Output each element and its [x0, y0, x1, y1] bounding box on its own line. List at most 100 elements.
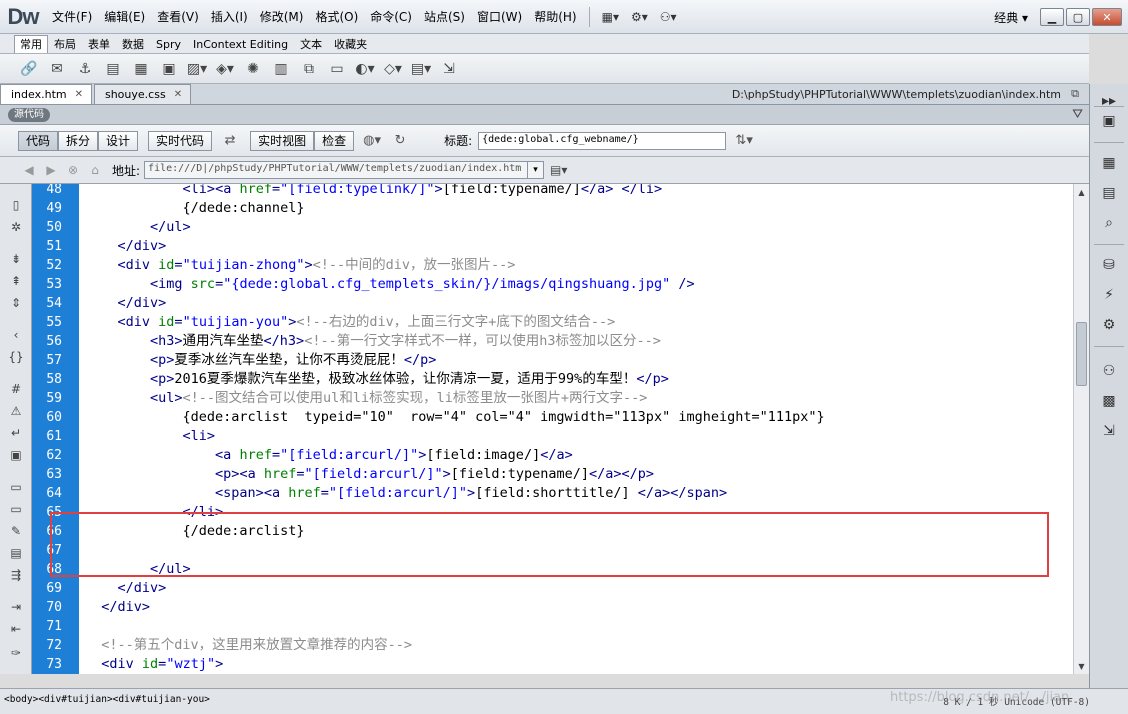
back-icon[interactable]: ◀ — [20, 161, 38, 179]
doc-tab-shouye[interactable]: shouye.css ✕ — [93, 84, 192, 104]
word-wrap-icon[interactable]: ↵ — [7, 424, 25, 442]
css-styles-icon[interactable]: ▦ — [1098, 152, 1120, 174]
image-icon[interactable]: ▨▾ — [186, 58, 208, 80]
menu-modify[interactable]: 修改(M) — [254, 0, 310, 34]
apply-comment-icon[interactable]: ▭ — [7, 478, 25, 496]
menu-edit[interactable]: 编辑(E) — [98, 0, 151, 34]
insert-tab-common[interactable]: 常用 — [14, 35, 48, 53]
expand-all-icon[interactable]: ⇕ — [7, 294, 25, 312]
code-line[interactable]: 73 <div id="wztj"> — [32, 655, 1073, 674]
design-view-button[interactable]: 设计 — [98, 130, 139, 151]
chevron-down-icon[interactable]: ▾ — [528, 161, 545, 179]
code-line[interactable]: 53 <img src="{dede:global.cfg_templets_s… — [32, 275, 1073, 294]
menu-file[interactable]: 文件(F) — [46, 0, 98, 34]
code-line[interactable]: 68 </ul> — [32, 560, 1073, 579]
menu-commands[interactable]: 命令(C) — [364, 0, 418, 34]
date-icon[interactable]: ▥ — [270, 58, 292, 80]
assets-icon[interactable]: ▩ — [1098, 390, 1120, 412]
line-numbers-icon[interactable]: # — [7, 380, 25, 398]
tag-chooser-icon[interactable]: ⇲ — [438, 58, 460, 80]
code-line[interactable]: 50 </ul> — [32, 218, 1073, 237]
code-line[interactable]: 56 <h3>通用汽车坐垫</h3><!--第一行文字样式不一样，可以使用h3标… — [32, 332, 1073, 351]
bindings-icon[interactable]: ⚡ — [1098, 284, 1120, 306]
insert-tab-forms[interactable]: 表单 — [82, 35, 116, 53]
syntax-error-icon[interactable]: ▣ — [7, 446, 25, 464]
comment-icon[interactable]: ▭ — [326, 58, 348, 80]
address-input[interactable]: file:///D|/phpStudy/PHPTutorial/WWW/temp… — [144, 161, 529, 179]
outdent-code-icon[interactable]: ⇤ — [7, 620, 25, 638]
code-line[interactable]: 66 {/dede:arclist} — [32, 522, 1073, 541]
code-line[interactable]: 60 {dede:arclist typeid="10" row="4" col… — [32, 408, 1073, 427]
menu-insert[interactable]: 插入(I) — [205, 0, 254, 34]
code-line[interactable]: 48 <li><a href="[field:typelink/]">[fiel… — [32, 184, 1073, 199]
file-management-icon[interactable]: ⇅▾ — [734, 131, 754, 151]
minimize-icon[interactable]: ▁ — [1040, 8, 1064, 26]
insert-tab-layout[interactable]: 布局 — [48, 35, 82, 53]
scroll-down-icon[interactable]: ▼ — [1074, 658, 1089, 674]
code-line[interactable]: 71 — [32, 617, 1073, 636]
remove-comment-icon[interactable]: ▭ — [7, 500, 25, 518]
title-input[interactable]: {dede:global.cfg_webname/} — [478, 131, 727, 150]
layout-icon[interactable]: ▦▾ — [596, 10, 625, 24]
server-behaviors-icon[interactable]: ⚙ — [1098, 314, 1120, 336]
snippets-icon[interactable]: ⇲ — [1098, 420, 1120, 442]
panel-options-icon[interactable]: ▸▸ — [1098, 90, 1120, 112]
move-css-icon[interactable]: ⇶ — [7, 566, 25, 584]
email-link-icon[interactable]: ✉ — [46, 58, 68, 80]
menu-window[interactable]: 窗口(W) — [471, 0, 528, 34]
source-code-button[interactable]: 源代码 — [8, 108, 50, 122]
maximize-icon[interactable]: ▢ — [1066, 8, 1090, 26]
scroll-up-icon[interactable]: ▲ — [1074, 184, 1089, 200]
collapse-full-tag-icon[interactable]: ⇟ — [7, 250, 25, 268]
code-line[interactable]: 62 <a href="[field:arcurl/]">[field:imag… — [32, 446, 1073, 465]
view-options-icon[interactable]: ▤▾ — [550, 163, 567, 177]
code-line[interactable]: 51 </div> — [32, 237, 1073, 256]
live-code-button[interactable]: 实时代码 — [148, 130, 213, 151]
inspect-button[interactable]: 检查 — [314, 130, 355, 151]
indent-code-icon[interactable]: ⇥ — [7, 598, 25, 616]
media-icon[interactable]: ◈▾ — [214, 58, 236, 80]
code-line[interactable]: 67 — [32, 541, 1073, 560]
insert-tab-favorites[interactable]: 收藏夹 — [328, 35, 373, 53]
head-icon[interactable]: ◐▾ — [354, 58, 376, 80]
menu-help[interactable]: 帮助(H) — [528, 0, 582, 34]
doc-tab-index[interactable]: index.htm ✕ — [0, 84, 92, 104]
format-source-icon[interactable]: ✑ — [7, 644, 25, 662]
code-line[interactable]: 57 <p>夏季冰丝汽车坐垫，让你不再烫屁屁！</p> — [32, 351, 1073, 370]
tag-inspector-icon[interactable]: ⌕ — [1098, 212, 1120, 234]
horizontal-rule-icon[interactable]: ▤ — [102, 58, 124, 80]
code-line[interactable]: 64 <span><a href="[field:arcurl/]">[fiel… — [32, 484, 1073, 503]
insert-panel-icon[interactable]: ▣ — [1098, 110, 1120, 132]
site-map-icon[interactable]: ⚇▾ — [654, 10, 683, 24]
code-line[interactable]: 63 <p><a href="[field:arcurl/]">[field:t… — [32, 465, 1073, 484]
menu-site[interactable]: 站点(S) — [418, 0, 471, 34]
close-icon[interactable]: ✕ — [75, 85, 83, 104]
insert-tab-text[interactable]: 文本 — [294, 35, 328, 53]
code-line[interactable]: 59 <ul><!--图文结合可以使用ul和li标签实现，li标签里放一张图片+… — [32, 389, 1073, 408]
code-line[interactable]: 70 </div> — [32, 598, 1073, 617]
code-line[interactable]: 52 <div id="tuijian-zhong"><!--中间的div，放一… — [32, 256, 1073, 275]
insert-tab-incontext[interactable]: InContext Editing — [187, 35, 294, 53]
balance-braces-icon[interactable]: {} — [7, 348, 25, 366]
wrap-tag-icon[interactable]: ✎ — [7, 522, 25, 540]
code-view-button[interactable]: 代码 — [18, 130, 59, 151]
preview-globe-icon[interactable]: ◍▾ — [362, 131, 382, 151]
hyperlink-icon[interactable]: 🔗 — [18, 58, 40, 80]
templates-icon[interactable]: ▤▾ — [410, 58, 432, 80]
server-include-icon[interactable]: ⧉ — [298, 58, 320, 80]
close-icon[interactable]: ✕ — [1092, 8, 1122, 26]
split-view-button[interactable]: 拆分 — [58, 130, 99, 151]
scroll-thumb[interactable] — [1076, 322, 1087, 386]
close-icon[interactable]: ✕ — [174, 85, 182, 104]
refresh-icon[interactable]: ↻ — [390, 131, 410, 151]
menu-view[interactable]: 查看(V) — [151, 0, 205, 34]
workspace-switcher[interactable]: 经典 ▾ — [994, 9, 1028, 26]
widget-icon[interactable]: ✺ — [242, 58, 264, 80]
insert-tab-data[interactable]: 数据 — [116, 35, 150, 53]
home-icon[interactable]: ⌂ — [86, 161, 104, 179]
inspect-mode-icon[interactable]: ⇄ — [220, 131, 240, 151]
databases-icon[interactable]: ⛁ — [1098, 254, 1120, 276]
code-editor[interactable]: 48 <li><a href="[field:typelink/]">[fiel… — [32, 184, 1073, 674]
code-line[interactable]: 61 <li> — [32, 427, 1073, 446]
menu-format[interactable]: 格式(O) — [309, 0, 364, 34]
